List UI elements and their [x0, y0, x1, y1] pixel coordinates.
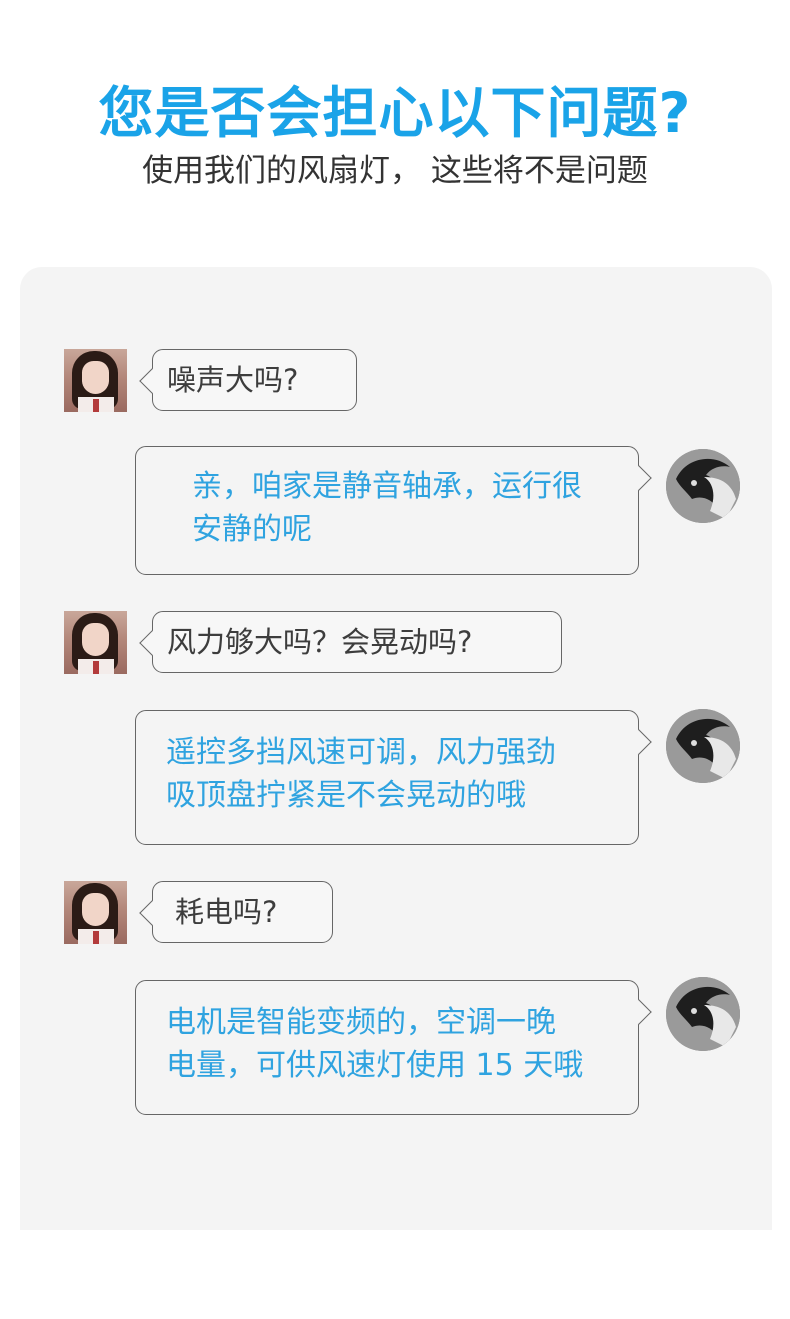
question-text: 耗电吗? — [175, 895, 278, 929]
seller-avatar-icon — [666, 449, 740, 523]
seller-avatar-icon — [666, 977, 740, 1051]
question-bubble: 耗电吗? — [139, 881, 333, 943]
customer-avatar-icon — [64, 611, 127, 674]
answer-bubble: 遥控多挡风速可调，风力强劲 吸顶盘拧紧是不会晃动的哦 — [135, 710, 652, 845]
page-subtitle: 使用我们的风扇灯， 这些将不是问题 — [142, 153, 648, 189]
answer-text: 亲，咱家是静音轴承，运行很 安静的呢 — [192, 469, 582, 547]
page-title: 您是否会担心以下问题? — [98, 81, 692, 145]
answer-bubble: 电机是智能变频的，空调一晚 电量，可供风速灯使用 15 天哦 — [135, 980, 652, 1115]
question-bubble: 风力够大吗？会晃动吗? — [139, 611, 562, 673]
seller-avatar-icon — [666, 709, 740, 783]
answer-text: 电机是智能变频的，空调一晚 电量，可供风速灯使用 15 天哦 — [166, 1005, 584, 1083]
customer-avatar-icon — [64, 349, 127, 412]
customer-avatar-icon — [64, 881, 127, 944]
answer-bubble: 亲，咱家是静音轴承，运行很 安静的呢 — [135, 446, 652, 575]
question-text: 噪声大吗? — [167, 363, 299, 397]
question-bubble: 噪声大吗? — [139, 349, 357, 411]
answer-text: 遥控多挡风速可调，风力强劲 吸顶盘拧紧是不会晃动的哦 — [166, 735, 556, 813]
question-text: 风力够大吗？会晃动吗? — [167, 625, 473, 659]
